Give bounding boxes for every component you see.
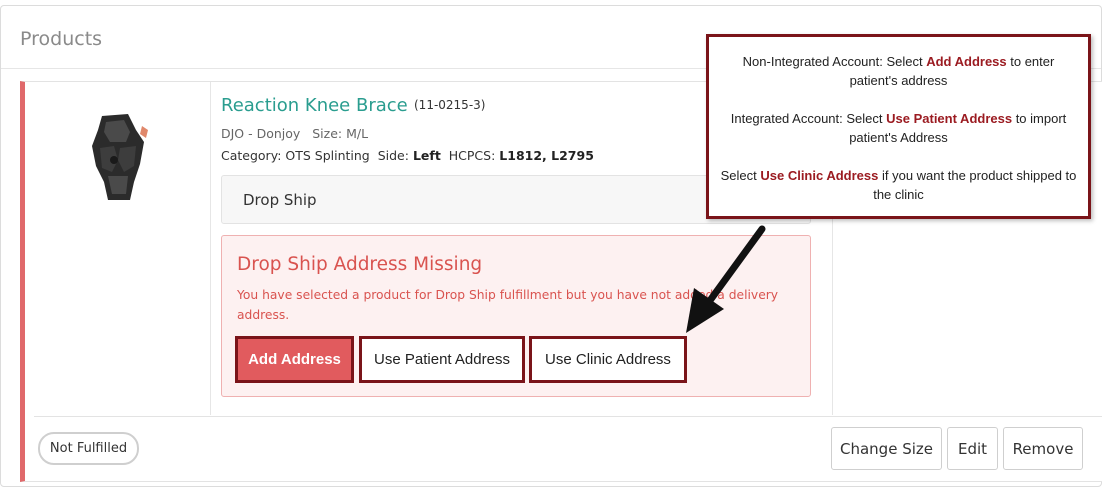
- side-label: Side:: [377, 148, 409, 163]
- card-footer-divider: [34, 416, 1102, 417]
- callout-text: if you want the product shipped to the c…: [873, 168, 1077, 202]
- use-clinic-address-button[interactable]: Use Clinic Address: [529, 336, 687, 383]
- alert-title: Drop Ship Address Missing: [237, 254, 483, 275]
- product-brand: DJO - Donjoy: [221, 126, 301, 141]
- edit-button[interactable]: Edit: [947, 427, 998, 470]
- product-name[interactable]: Reaction Knee Brace: [221, 95, 408, 116]
- callout-highlight: Use Clinic Address: [760, 168, 879, 183]
- use-patient-address-button[interactable]: Use Patient Address: [359, 336, 525, 383]
- change-size-button[interactable]: Change Size: [831, 427, 942, 470]
- hcpcs-label: HCPCS:: [448, 148, 496, 163]
- side-value: Left: [412, 148, 441, 163]
- status-badge: Not Fulfilled: [38, 432, 139, 465]
- remove-button[interactable]: Remove: [1003, 427, 1083, 470]
- size-label: Size:: [312, 126, 343, 141]
- product-sku: (11-0215-3): [414, 98, 486, 112]
- add-address-button[interactable]: Add Address: [235, 336, 354, 383]
- product-brand-size: DJO - Donjoy Size: M/L: [221, 126, 368, 141]
- instruction-callout: Non-Integrated Account: Select Add Addre…: [706, 34, 1091, 219]
- callout-text: Integrated Account: Select: [730, 111, 887, 126]
- panel-title: Products: [20, 28, 103, 50]
- hcpcs-value: L1812, L2795: [499, 148, 594, 163]
- knee-brace-image: [92, 114, 148, 200]
- category-value: OTS Splinting: [285, 148, 370, 163]
- size-value: M/L: [346, 126, 369, 141]
- fulfillment-method-label: Drop Ship: [243, 191, 317, 209]
- product-details: Category: OTS Splinting Side: Left HCPCS…: [221, 148, 594, 163]
- category-label: Category:: [221, 148, 282, 163]
- callout-line-patient: Integrated Account: Select Use Patient A…: [719, 109, 1078, 147]
- alert-message: You have selected a product for Drop Shi…: [237, 288, 779, 322]
- callout-text: Non-Integrated Account: Select: [742, 54, 927, 69]
- callout-text: Select: [720, 168, 761, 183]
- callout-highlight: Use Patient Address: [886, 111, 1013, 126]
- callout-line-add: Non-Integrated Account: Select Add Addre…: [719, 52, 1078, 90]
- callout-highlight: Add Address: [926, 54, 1007, 69]
- callout-line-clinic: Select Use Clinic Address if you want th…: [719, 166, 1078, 204]
